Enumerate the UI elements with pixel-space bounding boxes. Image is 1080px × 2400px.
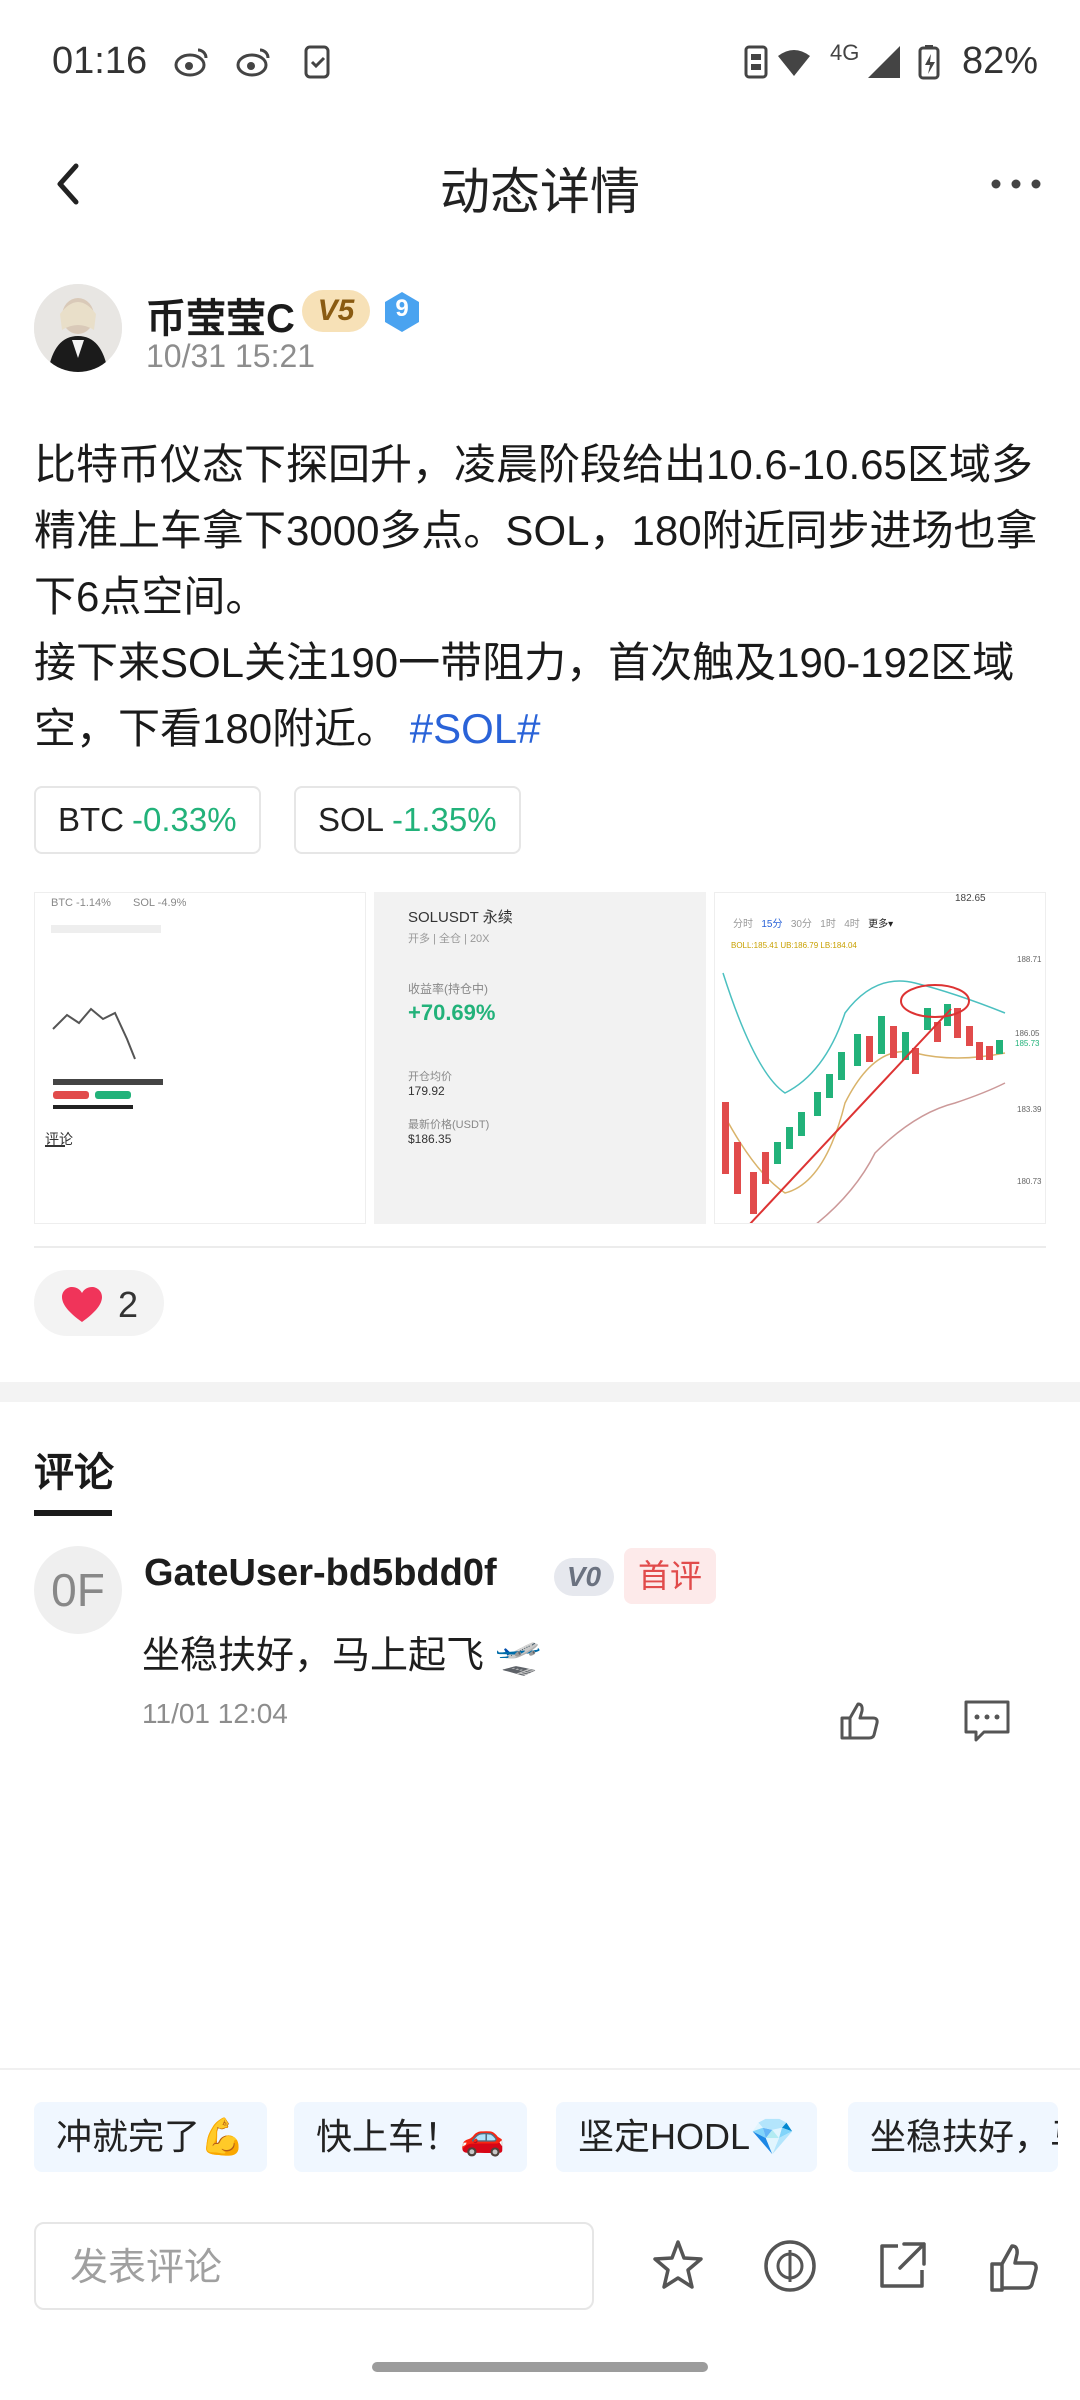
comment-username[interactable]: GateUser-bd5bdd0f xyxy=(144,1552,497,1595)
comments-tab-indicator xyxy=(34,1510,112,1516)
divider xyxy=(0,2068,1080,2070)
quick-reply-chip[interactable]: 坚定HODL💎 xyxy=(556,2102,817,2172)
image-tick: 185.73 xyxy=(1015,1039,1040,1048)
divider xyxy=(34,1246,1046,1248)
image-text: BOLL:185.41 UB:186.79 LB:184.04 xyxy=(731,941,857,950)
ticker-symbol: BTC xyxy=(58,801,124,838)
post-paragraph: 接下来SOL关注190一带阻力，首次触及190-192区域空，下看180附近。 … xyxy=(34,630,1050,762)
heart-icon xyxy=(62,1287,102,1322)
ticker-chip-sol[interactable]: SOL -1.35% xyxy=(294,786,521,854)
post-content: 比特币仪态下探回升，凌晨阶段给出10.6-10.65区域多精准上车拿下3000多… xyxy=(34,432,1050,762)
quick-reply-chip[interactable]: 冲就完了💪 xyxy=(34,2102,267,2172)
sim-icon xyxy=(744,45,768,79)
hashtag-link[interactable]: #SOL# xyxy=(410,705,541,752)
reply-comment-icon[interactable] xyxy=(962,1698,1012,1744)
image-underline xyxy=(45,1145,65,1147)
post-image-2[interactable]: SOLUSDT 永续 开多 | 全仓 | 20X 收益率(持仓中) +70.69… xyxy=(374,892,706,1224)
image-text: 收益率(持仓中) xyxy=(408,982,488,996)
home-indicator xyxy=(372,2362,708,2372)
tip-coin-icon[interactable] xyxy=(760,2236,820,2296)
thumbs-up-icon[interactable] xyxy=(836,1696,884,1744)
phone-sync-icon xyxy=(304,45,330,79)
post-image-1[interactable]: BTC -1.14% SOL -4.9% 评论 xyxy=(34,892,366,1224)
vip-badge: V0 xyxy=(554,1558,614,1596)
wifi-icon xyxy=(778,50,810,76)
like-button[interactable] xyxy=(34,1270,164,1336)
thumbs-up-icon[interactable] xyxy=(984,2236,1044,2296)
page-title: 动态详情 xyxy=(440,164,640,220)
more-options-icon[interactable] xyxy=(986,154,1046,214)
quick-reply-chip[interactable]: 坐稳扶好，马上起飞 xyxy=(848,2102,1058,2172)
comments-tab[interactable]: 评论 xyxy=(34,1440,114,1498)
image-text: 开多 | 全仓 | 20X xyxy=(408,933,490,945)
image-tab: 30分 xyxy=(790,919,812,930)
quick-reply-chip[interactable]: 快上车！🚗 xyxy=(294,2102,527,2172)
comment-text: 坐稳扶好，马上起飞 🛫 xyxy=(142,1635,542,1677)
image-text: $186.35 xyxy=(408,1132,452,1146)
image-tab: 1时 xyxy=(820,919,836,930)
image-tick: 186.05 xyxy=(1015,1029,1040,1038)
status-bar: 01:16 4G 82% xyxy=(0,0,1080,128)
like-count: 2 xyxy=(118,1284,139,1325)
star-icon[interactable] xyxy=(648,2236,708,2296)
first-comment-badge: 首评 xyxy=(624,1548,716,1604)
section-separator xyxy=(0,1382,1080,1402)
level-badge: 9 xyxy=(382,290,422,334)
image-text: SOLUSDT 永续 xyxy=(408,909,513,926)
battery-icon xyxy=(918,45,940,80)
ticker-symbol: SOL xyxy=(318,801,385,838)
author-photo xyxy=(34,284,122,372)
comment-input[interactable]: 发表评论 xyxy=(34,2222,594,2310)
vip-badge: V5 xyxy=(302,290,370,332)
network-type: 4G xyxy=(830,40,860,65)
mini-chart-graphic xyxy=(51,925,163,1109)
post-image-3[interactable]: 182.65 分时 15分 30分 1时 4时 更多▾ BOLL:185.41 … xyxy=(714,892,1046,1224)
image-tab: 分时 xyxy=(733,919,753,930)
comment-timestamp: 11/01 12:04 xyxy=(142,1698,288,1729)
image-tick: 183.39 xyxy=(1017,1105,1042,1114)
image-tab: 更多▾ xyxy=(868,919,894,930)
image-text: BTC -1.14% xyxy=(51,897,111,909)
comment-avatar[interactable]: 0F xyxy=(34,1546,122,1634)
ticker-chip-btc[interactable]: BTC -0.33% xyxy=(34,786,261,854)
image-tick: 180.73 xyxy=(1017,1177,1042,1186)
ticker-change: -0.33% xyxy=(132,801,237,838)
image-tick: 182.65 xyxy=(955,893,986,904)
post-timestamp: 10/31 15:21 xyxy=(146,338,316,374)
status-time: 01:16 xyxy=(52,40,148,82)
image-text: 最新价格(USDT) xyxy=(408,1119,490,1131)
image-tabs: 分时 15分 30分 1时 4时 更多▾ xyxy=(733,915,893,930)
level-number: 9 xyxy=(395,295,409,322)
battery-percent: 82% xyxy=(961,40,1038,82)
share-icon[interactable] xyxy=(872,2236,932,2296)
ticker-change: -1.35% xyxy=(392,801,497,838)
image-text: SOL -4.9% xyxy=(133,897,187,909)
weibo-icon xyxy=(174,48,208,77)
author-avatar[interactable] xyxy=(34,284,122,372)
top-nav-bar: 动态详情 xyxy=(0,128,1080,238)
image-text: 开仓均价 xyxy=(408,1071,452,1083)
image-text: +70.69% xyxy=(408,1000,496,1025)
weibo-icon xyxy=(236,48,270,77)
post-paragraph: 比特币仪态下探回升，凌晨阶段给出10.6-10.65区域多精准上车拿下3000多… xyxy=(34,441,1038,620)
author-name[interactable]: 币莹莹C xyxy=(146,286,295,344)
image-tick: 188.71 xyxy=(1017,955,1042,964)
signal-icon xyxy=(868,46,900,78)
image-tab: 15分 xyxy=(761,919,783,930)
image-text: 179.92 xyxy=(408,1084,445,1098)
image-tab: 4时 xyxy=(844,919,860,930)
candlestick-chart-graphic xyxy=(722,972,1006,1223)
